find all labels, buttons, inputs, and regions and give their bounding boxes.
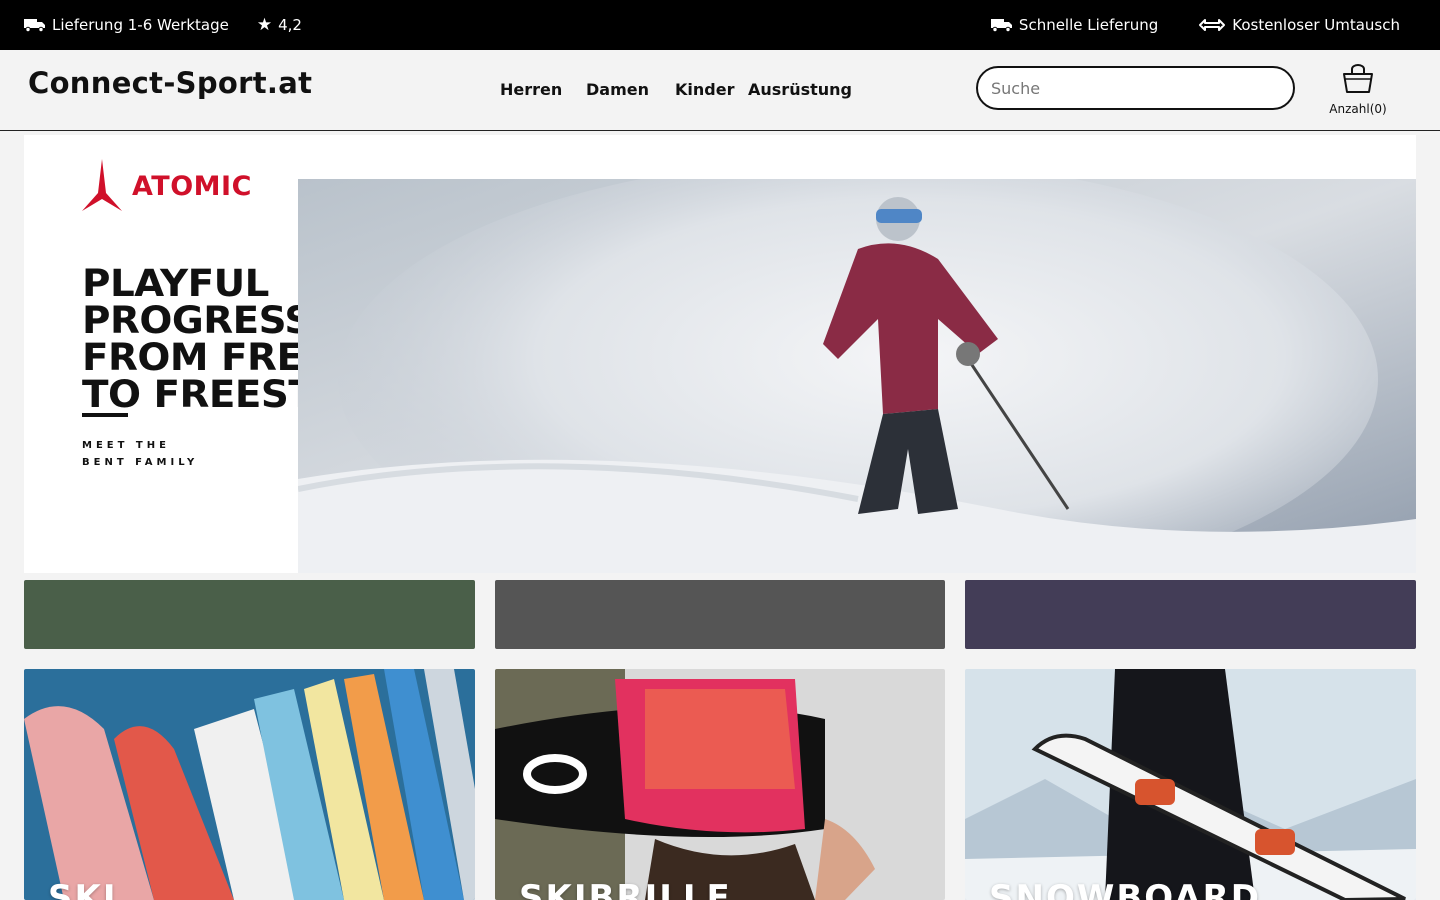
top-info-bar: Lieferung 1-6 Werktage ★ 4,2 Schnelle Li…	[0, 0, 1440, 50]
sub-line: MEET THE	[82, 440, 170, 451]
site-header: Connect-Sport.at Herren Damen Kinder Aus…	[0, 50, 1440, 131]
delivery-text: Lieferung 1-6 Werktage	[52, 16, 229, 34]
search-input[interactable]	[976, 66, 1295, 110]
star-icon: ★	[256, 15, 273, 35]
exchange-text: Kostenloser Umtausch	[1232, 16, 1400, 34]
category-title: SKIBRILLE	[519, 878, 732, 900]
main-nav: Herren Damen Kinder Ausrüstung	[500, 80, 852, 99]
goggles-photo	[495, 669, 945, 900]
nav-kinder[interactable]: Kinder	[675, 80, 748, 99]
fast-delivery-info: Schnelle Lieferung	[990, 16, 1159, 34]
cart-count: Anzahl(0)	[1329, 102, 1387, 116]
nav-ausruestung[interactable]: Ausrüstung	[748, 80, 852, 99]
exchange-info: Kostenloser Umtausch	[1198, 16, 1400, 34]
hero-subline: MEET THE BENT FAMILY	[82, 437, 198, 471]
promo-strip-grey[interactable]	[495, 580, 945, 649]
hero-banner[interactable]: ATOMIC PLAYFUL PROGRESSION FROM FREERIDE…	[24, 135, 1416, 573]
cart-button[interactable]: Anzahl(0)	[1326, 64, 1390, 116]
nav-damen[interactable]: Damen	[586, 80, 675, 99]
site-logo[interactable]: Connect-Sport.at	[28, 66, 312, 100]
truck-icon	[990, 19, 1012, 32]
basket-icon	[1343, 64, 1373, 93]
category-ski[interactable]: SKI	[24, 669, 475, 900]
skier-photo	[298, 179, 1416, 573]
headline-underline	[82, 413, 128, 417]
truck-icon	[24, 19, 45, 32]
exchange-arrows-icon	[1199, 19, 1226, 31]
promo-strip-green[interactable]	[24, 580, 475, 649]
nav-herren[interactable]: Herren	[500, 80, 586, 99]
ski-photo	[24, 669, 475, 900]
fast-delivery-text: Schnelle Lieferung	[1018, 16, 1159, 34]
atomic-logo: ATOMIC	[82, 159, 252, 213]
rating-info[interactable]: ★ 4,2	[257, 15, 302, 35]
brand-name: ATOMIC	[132, 170, 252, 202]
promo-strip-purple[interactable]	[965, 580, 1416, 649]
category-snowboard[interactable]: SNOWBOARD	[965, 669, 1416, 900]
sub-line: BENT FAMILY	[82, 457, 199, 468]
atomic-a-icon	[82, 159, 122, 211]
delivery-info: Lieferung 1-6 Werktage	[24, 16, 229, 34]
category-skibrille[interactable]: SKIBRILLE	[495, 669, 945, 900]
rating-value: 4,2	[278, 16, 302, 34]
category-title: SKI	[48, 878, 118, 900]
category-title: SNOWBOARD	[989, 878, 1261, 900]
snowboard-photo	[965, 669, 1416, 900]
